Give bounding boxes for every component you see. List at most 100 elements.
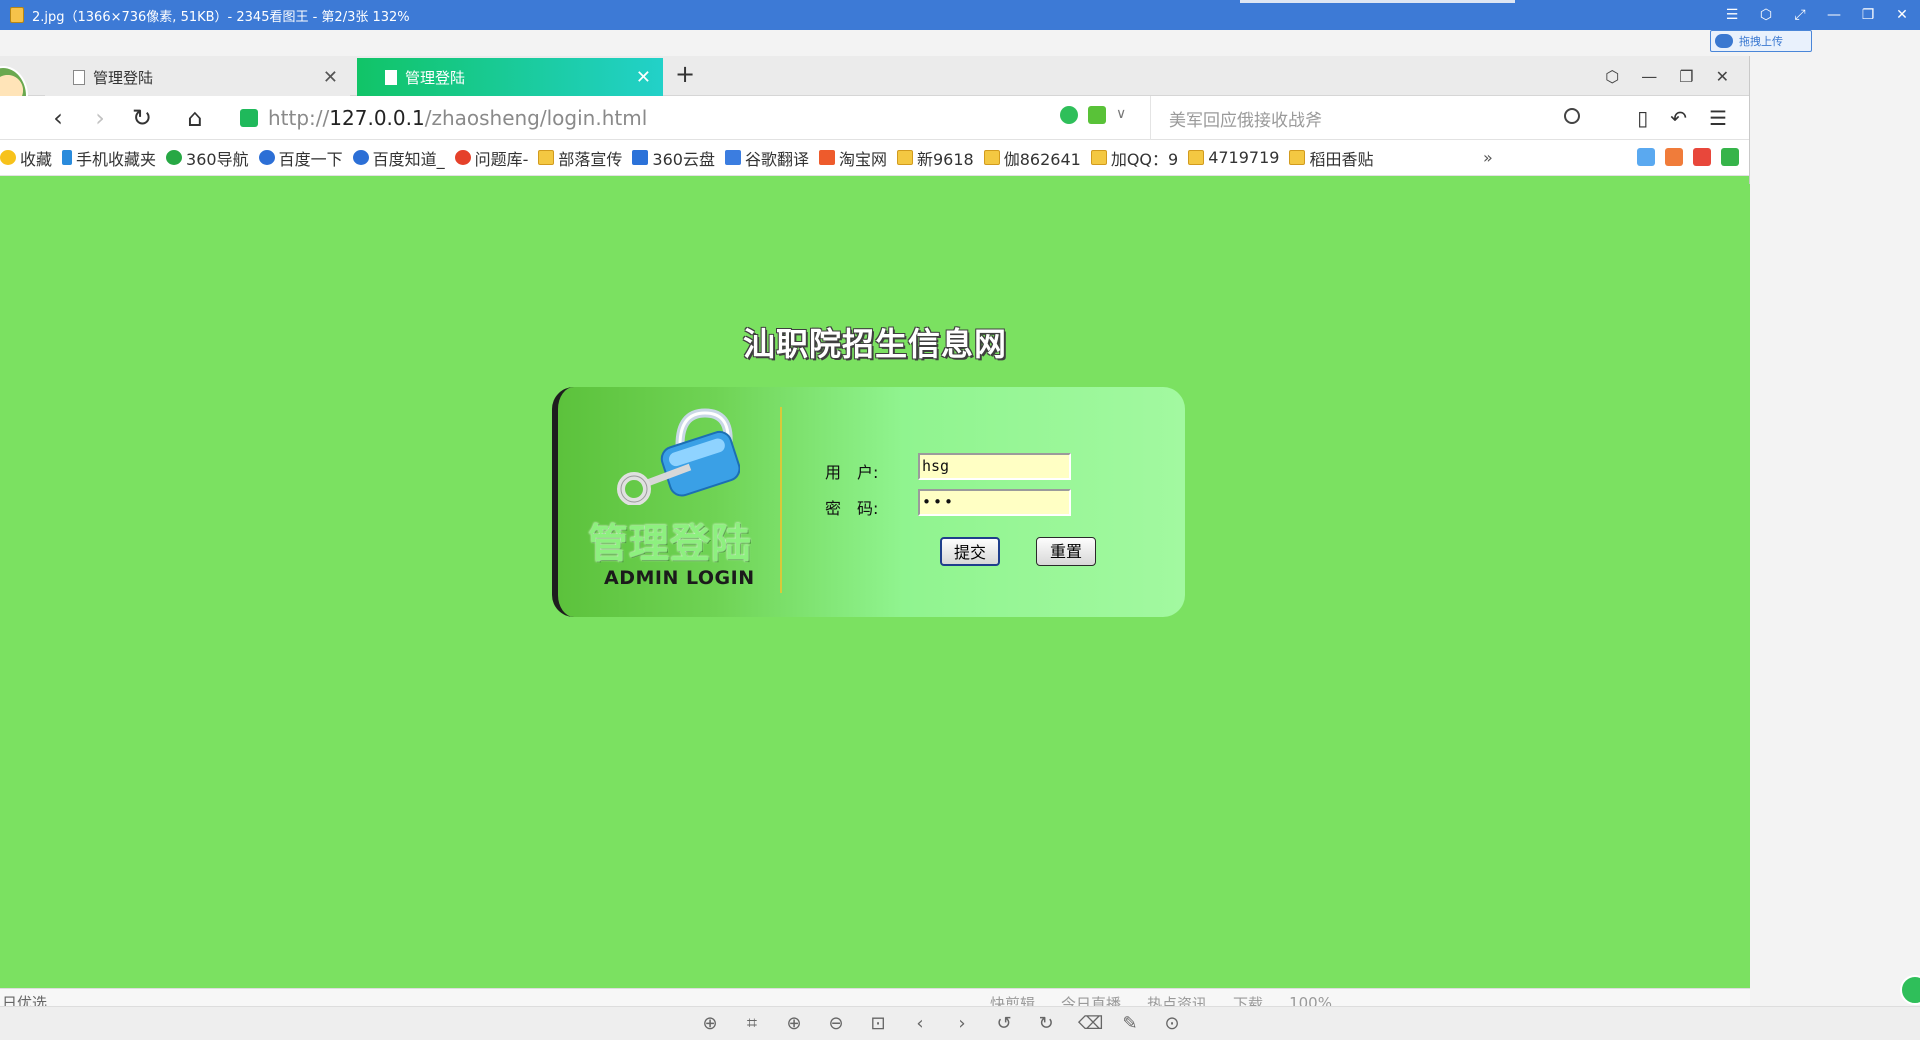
bookmark-item[interactable]: 百度一下	[258, 146, 343, 170]
tab-close-icon[interactable]: ✕	[323, 67, 338, 88]
bookmark-label: 360云盘	[652, 149, 715, 169]
address-tools: ∨	[1060, 106, 1134, 124]
password-label: 密 码:	[825, 499, 879, 518]
padlock-key-icon	[617, 408, 740, 505]
skin-icon[interactable]: ⬡	[1605, 67, 1619, 86]
bookmark-item[interactable]: 收藏	[0, 146, 52, 170]
fit-icon[interactable]: ⊡	[868, 1013, 888, 1034]
compass-icon[interactable]: ⊕	[700, 1013, 720, 1034]
bookmark-label: 收藏	[20, 149, 53, 169]
url-host: 127.0.0.1	[329, 106, 425, 130]
bookmark-label: 百度知道_	[372, 149, 445, 169]
bookmark-item[interactable]: 伽862641	[983, 146, 1081, 170]
bookmark-item[interactable]: 淘宝网	[818, 146, 887, 170]
bookmark-label: 谷歌翻译	[744, 149, 809, 169]
apps-icon[interactable]	[1637, 148, 1655, 166]
undo-icon[interactable]: ↶	[1670, 106, 1687, 130]
bookmark-item[interactable]: 百度知道_	[352, 146, 445, 170]
close-icon[interactable]: ✕	[1716, 67, 1729, 86]
admin-login-title: 管理登陆	[588, 521, 752, 567]
forward-icon[interactable]: ›	[86, 104, 114, 132]
hamburger-menu-icon[interactable]: ☰	[1709, 106, 1727, 130]
login-panel: 管理登陆 ADMIN LOGIN 用 户: hsg 密 码: ••• 提交 重置	[552, 387, 1185, 617]
badge-icon[interactable]	[1900, 975, 1920, 1005]
tab-login-2[interactable]: 管理登陆 ✕	[357, 58, 663, 96]
share-icon[interactable]: ⊙	[1162, 1013, 1182, 1034]
phone-icon	[62, 150, 73, 165]
url-field[interactable]: http:// 127.0.0.1 /zhaosheng/login.html	[240, 96, 1140, 140]
admin-login-subtitle: ADMIN LOGIN	[604, 567, 755, 589]
username-field[interactable]: hsg	[918, 453, 1071, 480]
reset-button[interactable]: 重置	[1036, 537, 1096, 566]
bookmark-label: 新9618	[916, 149, 974, 169]
search-placeholder: 美军回应俄接收战斧	[1169, 110, 1322, 131]
bookmark-label: 360导航	[186, 149, 249, 169]
upload-button[interactable]: 拖拽上传	[1710, 30, 1812, 52]
delete-icon[interactable]: ⌫	[1078, 1013, 1103, 1034]
edit-icon[interactable]: ✎	[1120, 1013, 1140, 1034]
zoom-in-icon[interactable]: ⊕	[784, 1013, 804, 1034]
bookmark-item[interactable]: 360云盘	[632, 146, 715, 170]
tv-icon[interactable]	[1693, 148, 1711, 166]
password-field[interactable]: •••	[918, 489, 1071, 516]
bookmark-item[interactable]: 问题库-	[454, 146, 528, 170]
bookmark-item[interactable]: 稻田香贴	[1289, 146, 1373, 170]
viewer-window-controls: ☰ ⬡ ⤢ — ❐ ✕	[1724, 0, 1910, 30]
bookmarks-more-button[interactable]: »	[1483, 148, 1493, 167]
rotate-right-icon[interactable]: ↻	[1036, 1013, 1056, 1034]
extension-icon[interactable]	[1060, 106, 1078, 124]
fullscreen-icon[interactable]: ⤢	[1792, 0, 1808, 30]
panel-divider	[780, 407, 782, 593]
menu-icon[interactable]: ☰	[1724, 0, 1740, 30]
bookmark-item[interactable]: 加QQ：9	[1090, 146, 1179, 170]
submit-button[interactable]: 提交	[940, 537, 1000, 566]
back-icon[interactable]: ‹	[44, 104, 72, 132]
s-logo-icon	[454, 150, 471, 165]
tab-bar: 管理登陆 ✕ 管理登陆 ✕ + ⬡ — ❐ ✕	[0, 56, 1749, 126]
folder-icon	[1090, 150, 1107, 165]
restore-icon[interactable]: ❐	[1679, 67, 1693, 86]
bookmark-label: 手机收藏夹	[76, 149, 157, 169]
nav-icon	[166, 150, 183, 165]
page-icon	[385, 69, 397, 85]
url-path: /zhaosheng/login.html	[424, 106, 648, 130]
magnifier-icon[interactable]	[1665, 148, 1683, 166]
crop-icon[interactable]: ⌗	[742, 1013, 762, 1034]
viewer-toolbar: ⊕ ⌗ ⊕ ⊖ ⊡ ‹ › ↺ ↻ ⌫ ✎ ⊙	[0, 975, 1920, 1040]
username-label: 用 户:	[825, 463, 879, 482]
image-file-icon	[10, 7, 24, 23]
bookmark-item[interactable]: 360导航	[166, 146, 249, 170]
previous-icon[interactable]: ‹	[910, 1013, 930, 1034]
minimize-icon[interactable]: —	[1641, 67, 1657, 86]
tab-close-icon[interactable]: ✕	[636, 67, 651, 88]
leaf-icon[interactable]	[1088, 106, 1106, 124]
search-input[interactable]: 美军回应俄接收战斧	[1150, 96, 1590, 140]
home-icon[interactable]: ⌂	[181, 104, 209, 132]
reload-icon[interactable]: ↻	[128, 104, 156, 132]
taobao-icon	[818, 150, 835, 165]
bookmark-item[interactable]: 4719719	[1188, 148, 1279, 167]
bookmark-label: 加QQ：9	[1110, 149, 1179, 169]
rotate-left-icon[interactable]: ↺	[994, 1013, 1014, 1034]
tab-login-1[interactable]: 管理登陆 ✕	[45, 58, 350, 96]
chevron-down-icon[interactable]: ∨	[1116, 106, 1134, 124]
bookmark-item[interactable]: 手机收藏夹	[62, 146, 156, 170]
skin-icon[interactable]: ⬡	[1758, 0, 1774, 30]
bookmark-item[interactable]: 部落宣传	[538, 146, 622, 170]
next-icon[interactable]: ›	[952, 1013, 972, 1034]
book-icon[interactable]	[1721, 148, 1739, 166]
zoom-out-icon[interactable]: ⊖	[826, 1013, 846, 1034]
bookmark-label: 淘宝网	[838, 149, 887, 169]
search-icon[interactable]	[1564, 108, 1580, 124]
bookmark-label: 伽862641	[1003, 149, 1081, 169]
paw-icon	[258, 150, 275, 165]
close-icon[interactable]: ✕	[1894, 0, 1910, 30]
minimize-icon[interactable]: —	[1826, 0, 1842, 30]
bookmark-item[interactable]: 新9618	[896, 146, 974, 170]
title-strip	[1240, 0, 1515, 3]
bookmark-item[interactable]: 谷歌翻译	[724, 146, 809, 170]
bookmark-label: 稻田香贴	[1309, 149, 1374, 169]
new-tab-button[interactable]: +	[675, 60, 695, 88]
restore-icon[interactable]: ❐	[1860, 0, 1876, 30]
bookmark-icon[interactable]: ▯	[1637, 106, 1648, 130]
